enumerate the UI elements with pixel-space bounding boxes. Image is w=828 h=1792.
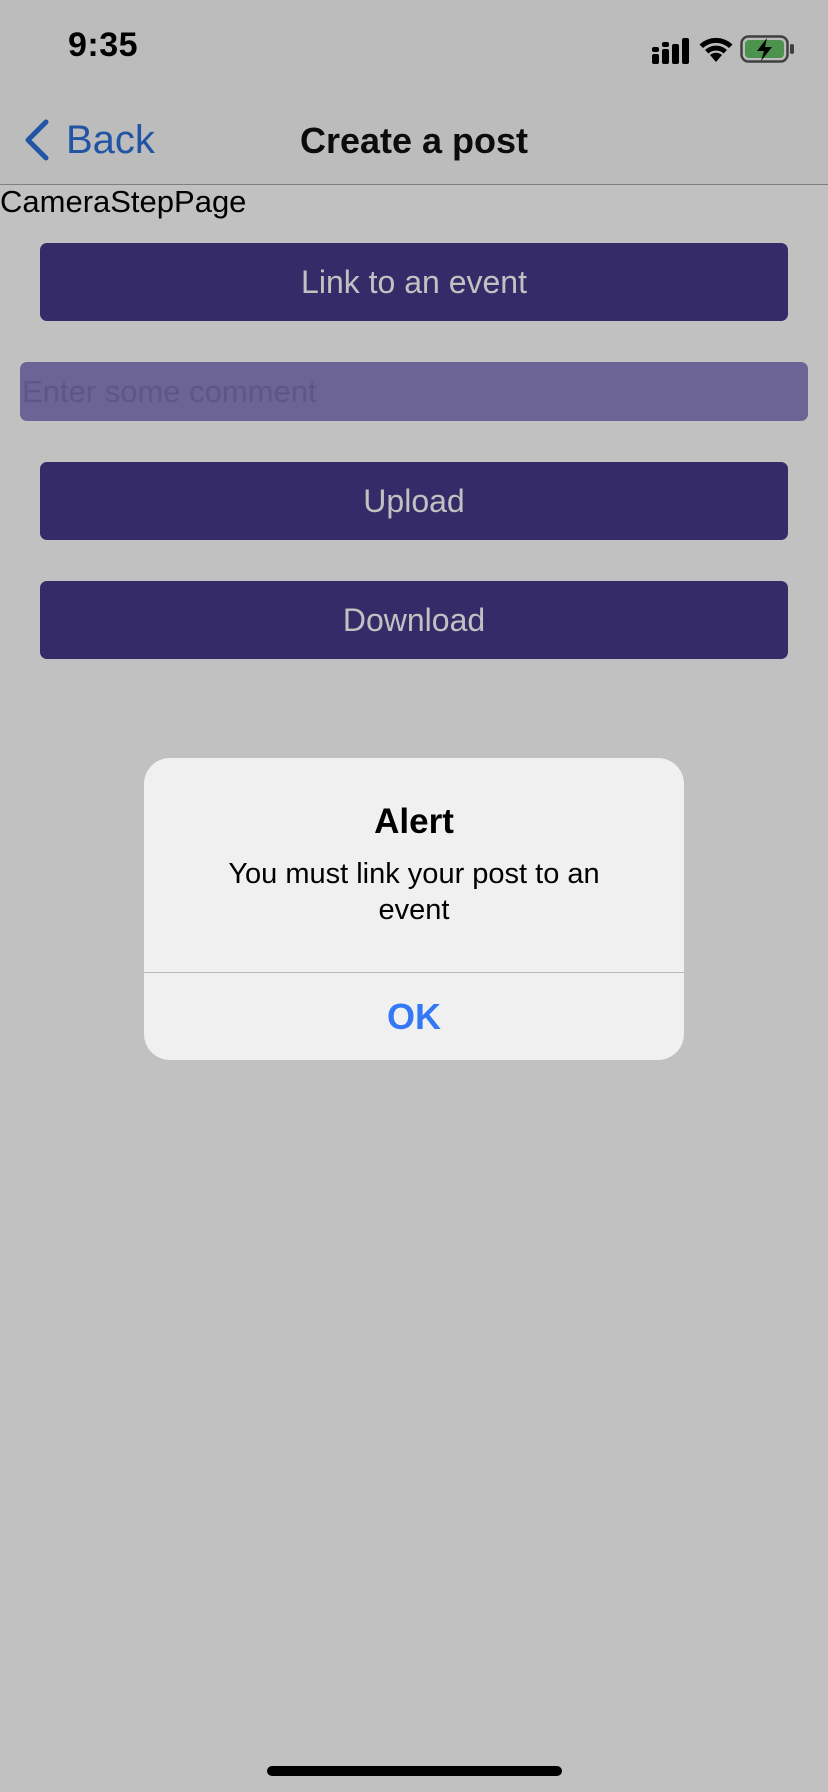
alert-message: You must link your post to an event: [228, 858, 600, 926]
home-indicator[interactable]: [267, 1766, 562, 1776]
alert-dialog: Alert You must link your post to an even…: [144, 758, 684, 1060]
alert-ok-button[interactable]: OK: [144, 973, 684, 1060]
alert-title: Alert: [374, 802, 454, 841]
screen: 9:35 Back Create a post CameraStepPage L…: [0, 0, 828, 1792]
